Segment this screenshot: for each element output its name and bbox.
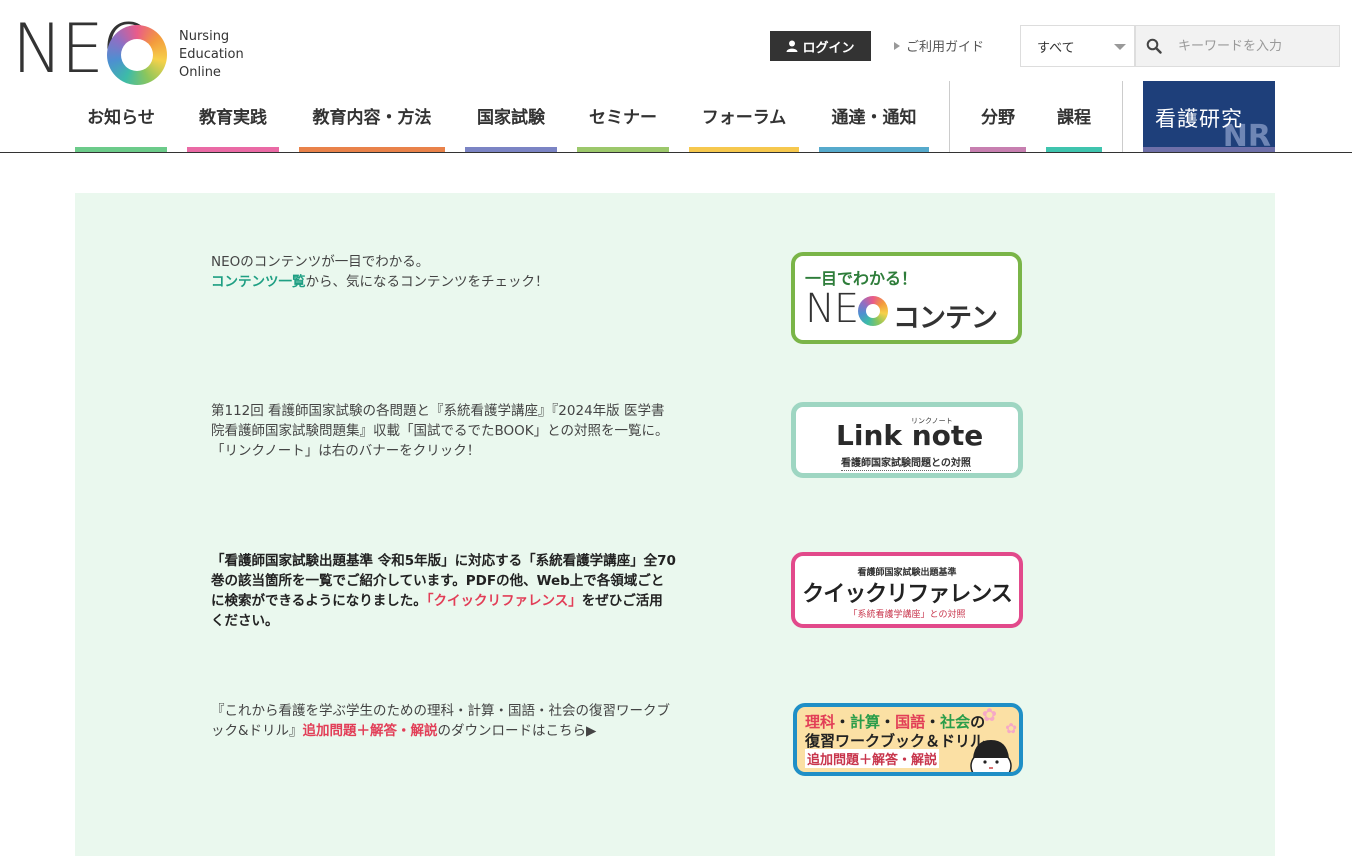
search-box[interactable] — [1135, 25, 1340, 67]
nav-label: フォーラム — [701, 108, 787, 128]
nav-item-education-content[interactable]: 教育内容・方法 — [299, 81, 445, 152]
nav-item-course[interactable]: 課程 — [1046, 81, 1102, 152]
banner-neo-text: NE — [805, 286, 859, 332]
banner-title: Link note — [836, 419, 984, 452]
search-category-value: すべて — [1037, 40, 1075, 56]
nav-label: 分野 — [981, 108, 1015, 128]
nav-item-news[interactable]: お知らせ — [75, 81, 167, 152]
contents-description: NEOのコンテンツが一目でわかる。 コンテンツ一覧から、気になるコンテンツをチェ… — [211, 252, 676, 292]
banner-title: クイックリファレンス — [802, 582, 1013, 607]
workbook-download-link[interactable]: 追加問題＋解答・解説 — [303, 723, 438, 739]
nav-separator — [1122, 81, 1123, 152]
banner-subjects: 理科・計算・国語・社会の — [805, 713, 986, 731]
search-category-select[interactable]: すべて — [1020, 25, 1135, 67]
nav-label: 教育内容・方法 — [312, 108, 432, 128]
linknote-banner[interactable]: リンクノート Link note 看護師国家試験問題との対照 — [791, 402, 1023, 478]
kango-banner-title: 看護研究 — [1155, 107, 1243, 131]
nav-item-notices[interactable]: 通達・通知 — [819, 81, 929, 152]
nav-label: 国家試験 — [477, 108, 545, 128]
nav-item-seminar[interactable]: セミナー — [577, 81, 669, 152]
login-button[interactable]: ログイン — [770, 31, 871, 61]
workbook-drill-banner[interactable]: ✿ ✿ 理科・計算・国語・社会の 復習ワークブック＆ドリル 追加問題＋解答・解説 — [793, 703, 1023, 776]
nav-item-education-practice[interactable]: 教育実践 — [187, 81, 279, 152]
kango-kenkyu-banner[interactable]: NR 看護研究 — [1143, 81, 1275, 152]
guide-label: ご利用ガイド — [906, 40, 985, 55]
contents-list-link[interactable]: コンテンツ一覧 — [211, 274, 306, 290]
logo-subtitle: Nursing Education Online — [179, 29, 244, 80]
contents-desc-rest: から、気になるコンテンツをチェック！ — [305, 274, 549, 290]
banner-subtitle: 「系統看護学講座」との対照 — [848, 610, 966, 620]
guide-link[interactable]: ご利用ガイド — [894, 36, 984, 55]
linknote-description: 第112回 看護師国家試験の各問題と『系統看護学講座』『2024年版 医学書院看… — [211, 403, 669, 459]
quick-reference-link[interactable]: 「クイックリファレンス」 — [427, 593, 582, 609]
site-logo[interactable]: NEO Nursing Education Online — [12, 16, 252, 88]
banner-title: 復習ワークブック＆ドリル — [805, 732, 986, 750]
search-input[interactable] — [1176, 37, 1330, 55]
workbook-desc-text-end: のダウンロードはこちら▶ — [437, 723, 597, 739]
chevron-down-icon — [1114, 44, 1126, 50]
neo-contents-banner[interactable]: 一目でわかる！ NE コンテンツ — [791, 252, 1022, 344]
flower-icon: ✿ — [1005, 721, 1017, 737]
neo-ring-icon — [858, 296, 888, 326]
nav-label: お知らせ — [87, 108, 155, 128]
quick-reference-banner[interactable]: 看護師国家試験出題基準 クイックリファレンス 「系統看護学講座」との対照 — [791, 552, 1023, 628]
banner-subtitle: 追加問題＋解答・解説 — [805, 749, 940, 768]
banner-subtitle: 看護師国家試験問題との対照 — [841, 454, 971, 471]
workbook-description: 『これから看護を学ぶ学生のための理科・計算・国語・社会の復習ワークブック&ドリル… — [211, 701, 676, 741]
header-divider — [0, 152, 1352, 153]
logo-ring-icon — [107, 25, 167, 85]
nav-label: セミナー — [589, 108, 657, 128]
mascot-icon — [970, 740, 1012, 772]
contents-desc-line: NEOのコンテンツが一目でわかる。 — [211, 254, 430, 270]
nav-label: 課程 — [1057, 108, 1091, 128]
user-icon — [786, 40, 798, 52]
nav-label: 教育実践 — [199, 108, 267, 128]
login-label: ログイン — [802, 40, 855, 56]
banner-title: コンテンツ — [893, 303, 998, 334]
content-panel — [75, 193, 1275, 856]
nav-item-national-exam[interactable]: 国家試験 — [465, 81, 557, 152]
search-icon[interactable] — [1146, 38, 1162, 54]
nav-separator — [949, 81, 950, 152]
triangle-right-icon — [894, 41, 900, 50]
nav-label: 通達・通知 — [831, 108, 917, 128]
nav-item-field[interactable]: 分野 — [970, 81, 1026, 152]
quick-reference-description: 「看護師国家試験出題基準 令和5年版」に対応する「系統看護学講座」全70巻の該当… — [211, 551, 676, 631]
nav-item-forum[interactable]: フォーラム — [689, 81, 799, 152]
